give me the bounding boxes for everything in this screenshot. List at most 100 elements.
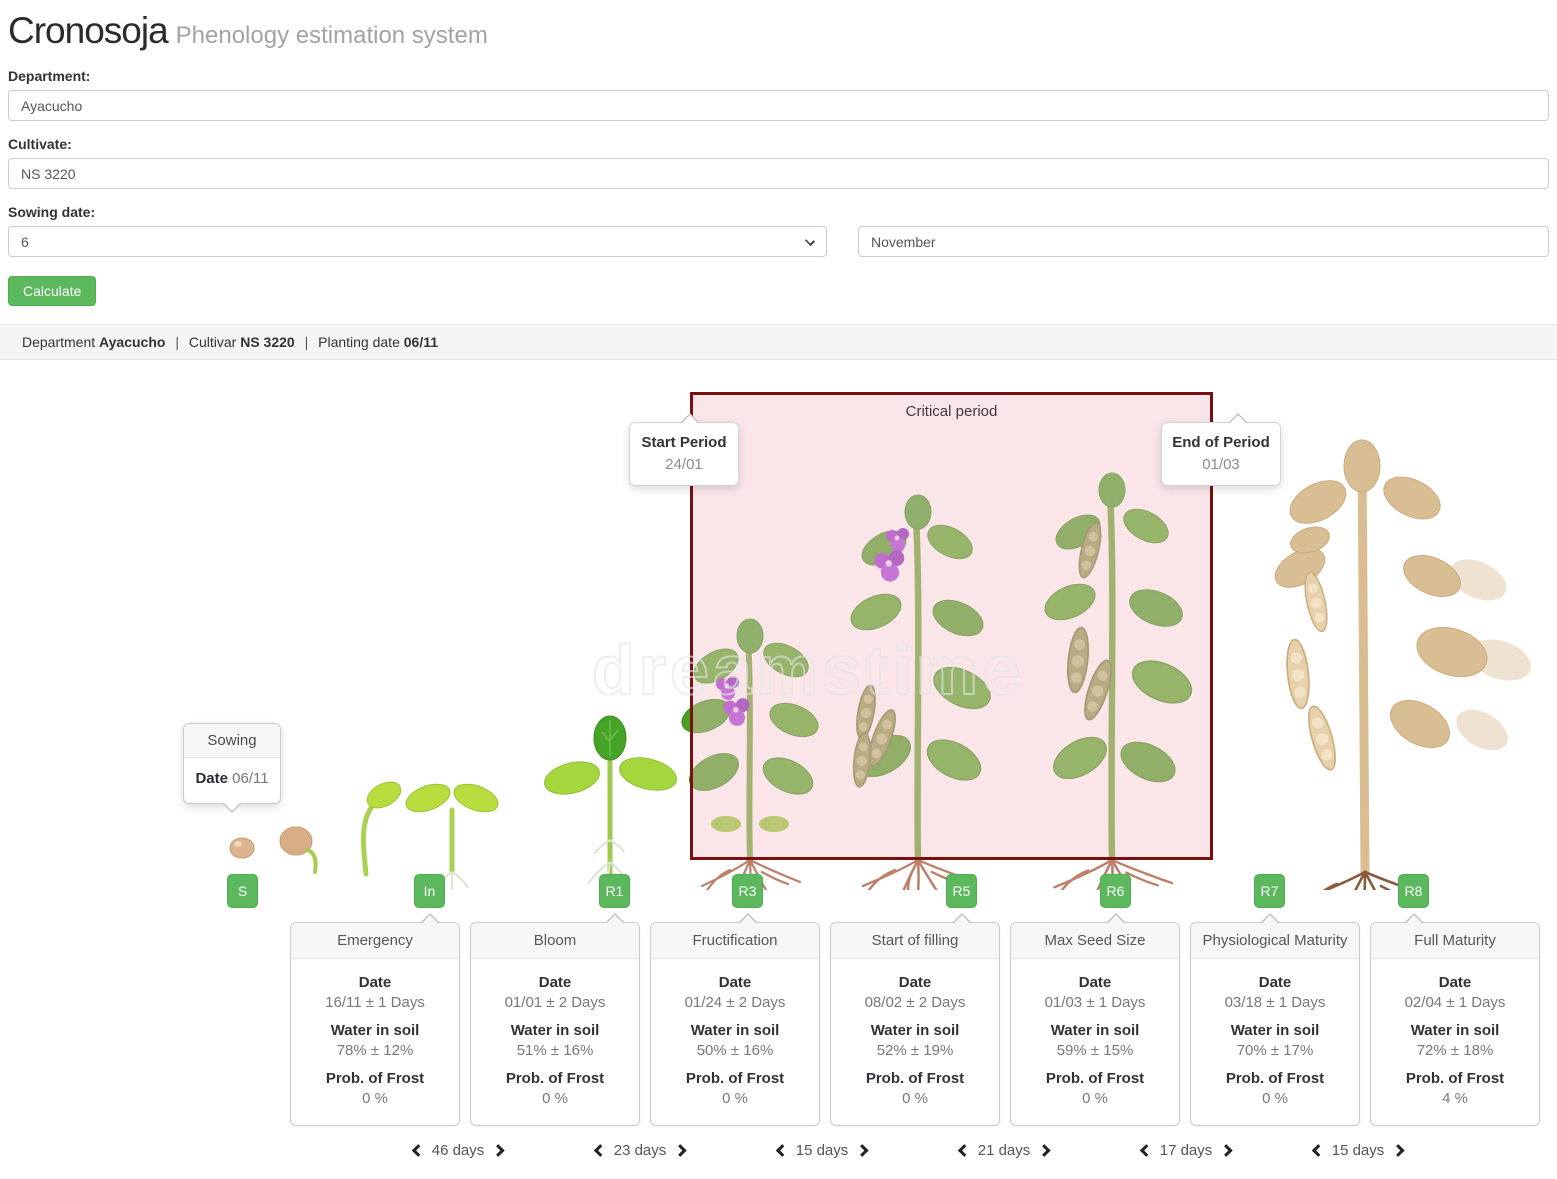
water-value: 51% ± 16% <box>479 1042 631 1059</box>
stage-card-physiological-maturity: Physiological Maturity Date 03/18 ± 1 Da… <box>1190 922 1360 1126</box>
interval-bloom-fructification: 23 days <box>596 1142 685 1159</box>
stage-badge-in[interactable]: In <box>414 874 445 908</box>
date-label: Date <box>1379 974 1531 991</box>
caret-up-icon <box>680 413 700 423</box>
sowing-day-select[interactable]: 6 <box>8 226 827 257</box>
water-value: 59% ± 15% <box>1019 1042 1171 1059</box>
interval-label: 21 days <box>978 1142 1031 1159</box>
interval-filling-maxseed: 21 days <box>960 1142 1049 1159</box>
water-value: 72% ± 18% <box>1379 1042 1531 1059</box>
water-value: 70% ± 17% <box>1199 1042 1351 1059</box>
frost-value: 0 % <box>1199 1090 1351 1107</box>
frost-value: 0 % <box>299 1090 451 1107</box>
caret-up-icon <box>1260 913 1280 923</box>
summary-separator: | <box>305 334 309 350</box>
date-label: Date <box>299 974 451 991</box>
stage-card-full-maturity: Full Maturity Date 02/04 ± 1 Days Water … <box>1370 922 1540 1126</box>
water-label: Water in soil <box>839 1022 991 1039</box>
frost-value: 0 % <box>659 1090 811 1107</box>
date-value: 01/03 ± 1 Days <box>1019 994 1171 1011</box>
end-period-date: 01/03 <box>1170 456 1272 473</box>
summary-department-label: Department <box>22 334 95 350</box>
summary-cultivar-label: Cultivar <box>189 334 236 350</box>
interval-label: 17 days <box>1160 1142 1213 1159</box>
start-period-date: 24/01 <box>638 456 730 473</box>
caret-up-icon <box>952 913 972 923</box>
water-label: Water in soil <box>299 1022 451 1039</box>
card-title: Full Maturity <box>1371 923 1539 959</box>
app-header: Cronosoja Phenology estimation system <box>8 10 1549 52</box>
frost-value: 0 % <box>1019 1090 1171 1107</box>
water-label: Water in soil <box>1019 1022 1171 1039</box>
chevron-right-icon <box>491 1144 504 1157</box>
date-label: Date <box>479 974 631 991</box>
sowing-date-value: 06/11 <box>232 770 268 787</box>
frost-label: Prob. of Frost <box>1199 1070 1351 1087</box>
app-title: Cronosoja <box>8 10 168 51</box>
water-value: 78% ± 12% <box>299 1042 451 1059</box>
frost-value: 0 % <box>479 1090 631 1107</box>
date-value: 03/18 ± 1 Days <box>1199 994 1351 1011</box>
stage-badge-r6[interactable]: R6 <box>1100 874 1131 908</box>
soybean-growth-illustration <box>0 420 1557 890</box>
chevron-left-icon <box>412 1144 425 1157</box>
caret-down-icon <box>222 803 242 813</box>
chevron-left-icon <box>1140 1144 1153 1157</box>
card-title: Start of filling <box>831 923 999 959</box>
frost-label: Prob. of Frost <box>839 1070 991 1087</box>
sowing-date-label: Date <box>195 770 228 787</box>
department-label: Department: <box>8 68 1549 84</box>
chevron-right-icon <box>1219 1144 1232 1157</box>
stage-badge-r5[interactable]: R5 <box>946 874 977 908</box>
start-period-tooltip: Start Period 24/01 <box>629 422 739 486</box>
caret-up-icon <box>1228 413 1248 423</box>
card-title: Fructification <box>651 923 819 959</box>
cultivate-label: Cultivate: <box>8 136 1549 152</box>
caret-up-icon <box>1106 913 1126 923</box>
interval-physmaturity-fullmaturity: 15 days <box>1314 1142 1403 1159</box>
interval-label: 15 days <box>1332 1142 1385 1159</box>
stage-badge-r8[interactable]: R8 <box>1398 874 1429 908</box>
caret-up-icon <box>1404 913 1424 923</box>
sowing-date-label: Sowing date: <box>8 204 1549 220</box>
date-value: 01/01 ± 2 Days <box>479 994 631 1011</box>
stage-badge-r3[interactable]: R3 <box>732 874 763 908</box>
stage-badge-r7[interactable]: R7 <box>1254 874 1285 908</box>
date-value: 02/04 ± 1 Days <box>1379 994 1531 1011</box>
interval-maxseed-physmaturity: 17 days <box>1142 1142 1231 1159</box>
card-title: Max Seed Size <box>1011 923 1179 959</box>
cultivate-input[interactable] <box>8 158 1549 189</box>
card-title: Bloom <box>471 923 639 959</box>
stage-card-bloom: Bloom Date 01/01 ± 2 Days Water in soil … <box>470 922 640 1126</box>
result-summary-bar: Department Ayacucho | Cultivar NS 3220 |… <box>0 324 1557 360</box>
chevron-right-icon <box>673 1144 686 1157</box>
interval-fructification-filling: 15 days <box>778 1142 867 1159</box>
critical-period-label: Critical period <box>693 403 1210 420</box>
water-label: Water in soil <box>1379 1022 1531 1039</box>
frost-label: Prob. of Frost <box>479 1070 631 1087</box>
date-label: Date <box>659 974 811 991</box>
summary-department-value: Ayacucho <box>99 334 165 350</box>
stage-card-fructification: Fructification Date 01/24 ± 2 Days Water… <box>650 922 820 1126</box>
date-value: 16/11 ± 1 Days <box>299 994 451 1011</box>
end-period-tooltip: End of Period 01/03 <box>1161 422 1281 486</box>
water-label: Water in soil <box>1199 1022 1351 1039</box>
chevron-left-icon <box>1312 1144 1325 1157</box>
calculate-button[interactable]: Calculate <box>8 276 96 306</box>
stage-badge-s[interactable]: S <box>227 874 258 908</box>
frost-label: Prob. of Frost <box>1379 1070 1531 1087</box>
stage-card-emergency: Emergency Date 16/11 ± 1 Days Water in s… <box>290 922 460 1126</box>
date-label: Date <box>1199 974 1351 991</box>
stage-badge-r1[interactable]: R1 <box>599 874 630 908</box>
start-period-label: Start Period <box>638 434 730 451</box>
interval-label: 23 days <box>614 1142 667 1159</box>
frost-value: 0 % <box>839 1090 991 1107</box>
sowing-month-input[interactable] <box>858 226 1549 257</box>
water-label: Water in soil <box>659 1022 811 1039</box>
summary-separator: | <box>175 334 179 350</box>
app-subtitle: Phenology estimation system <box>176 22 488 49</box>
water-label: Water in soil <box>479 1022 631 1039</box>
department-input[interactable] <box>8 90 1549 121</box>
summary-planting-label: Planting date <box>318 334 400 350</box>
end-period-label: End of Period <box>1170 434 1272 451</box>
